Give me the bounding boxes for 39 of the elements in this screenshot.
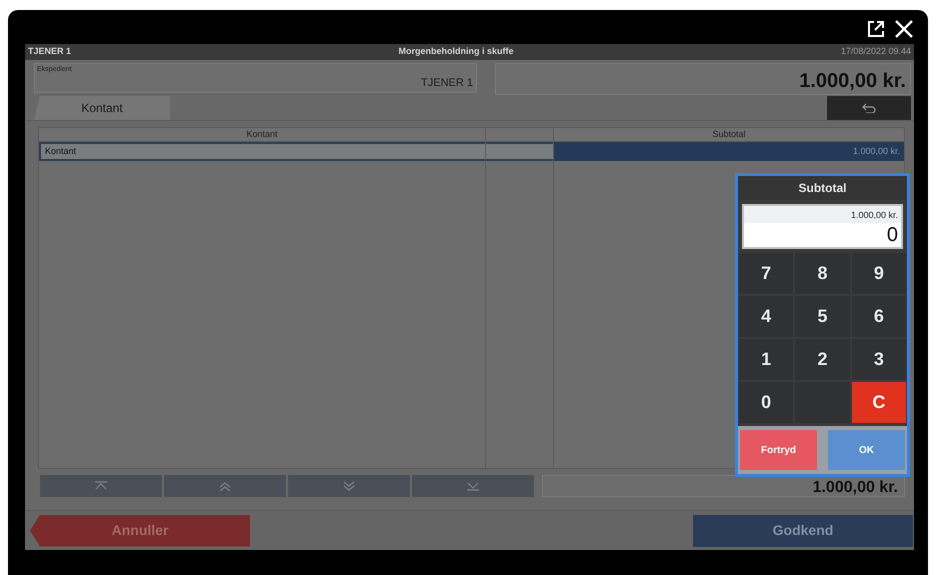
digit-key[interactable]: 4 [739, 296, 794, 337]
digit-key[interactable]: 3 [852, 339, 906, 380]
scroll-button[interactable] [412, 475, 534, 497]
back-button[interactable] [827, 96, 911, 120]
digit-key[interactable]: 7 [739, 253, 794, 294]
date-time: 17/08/2022 09.44 [840, 45, 911, 58]
page-up-icon [218, 481, 232, 491]
digit-key[interactable]: 6 [852, 296, 906, 337]
digit-key[interactable]: 0 [739, 382, 794, 423]
scroll-button[interactable] [40, 475, 162, 497]
column-header: Kontant [39, 128, 485, 142]
dialog-title: Subtotal [738, 176, 907, 200]
digit-key[interactable]: 8 [795, 253, 850, 294]
screen-title: Morgenbeholdning i skuffe [397, 45, 514, 58]
table-cell[interactable]: 1.000,00 kr. [554, 142, 904, 161]
digit-key[interactable]: 5 [795, 296, 850, 337]
external-link-icon[interactable] [866, 19, 886, 39]
scroll-button[interactable] [288, 475, 410, 497]
table-cell[interactable] [486, 142, 553, 161]
undo-button[interactable]: Fortryd [740, 430, 817, 470]
scroll-bottom-icon [466, 481, 480, 491]
column-header: Subtotal [554, 128, 904, 142]
page-down-icon [342, 481, 356, 491]
footer-total: 1.000,00 kr. [542, 475, 905, 497]
digit-key[interactable]: 9 [852, 253, 906, 294]
close-icon[interactable] [894, 19, 914, 39]
clear-key[interactable]: C [852, 382, 906, 423]
digit-key[interactable]: 1 [739, 339, 794, 380]
digit-key[interactable]: 2 [795, 339, 850, 380]
reference-amount: 1.000,00 kr. [744, 206, 901, 223]
undo-icon [862, 103, 876, 113]
tab[interactable]: Kontant [34, 96, 170, 120]
field-value: TJENER 1 [421, 76, 473, 90]
scroll-top-icon [94, 481, 108, 491]
total-amount: 1.000,00 kr. [495, 63, 911, 95]
table-cell[interactable]: Kontant [39, 142, 485, 161]
entered-value: 0 [744, 223, 901, 247]
user-name: TJENER 1 [28, 45, 72, 58]
scroll-button[interactable] [164, 475, 286, 497]
